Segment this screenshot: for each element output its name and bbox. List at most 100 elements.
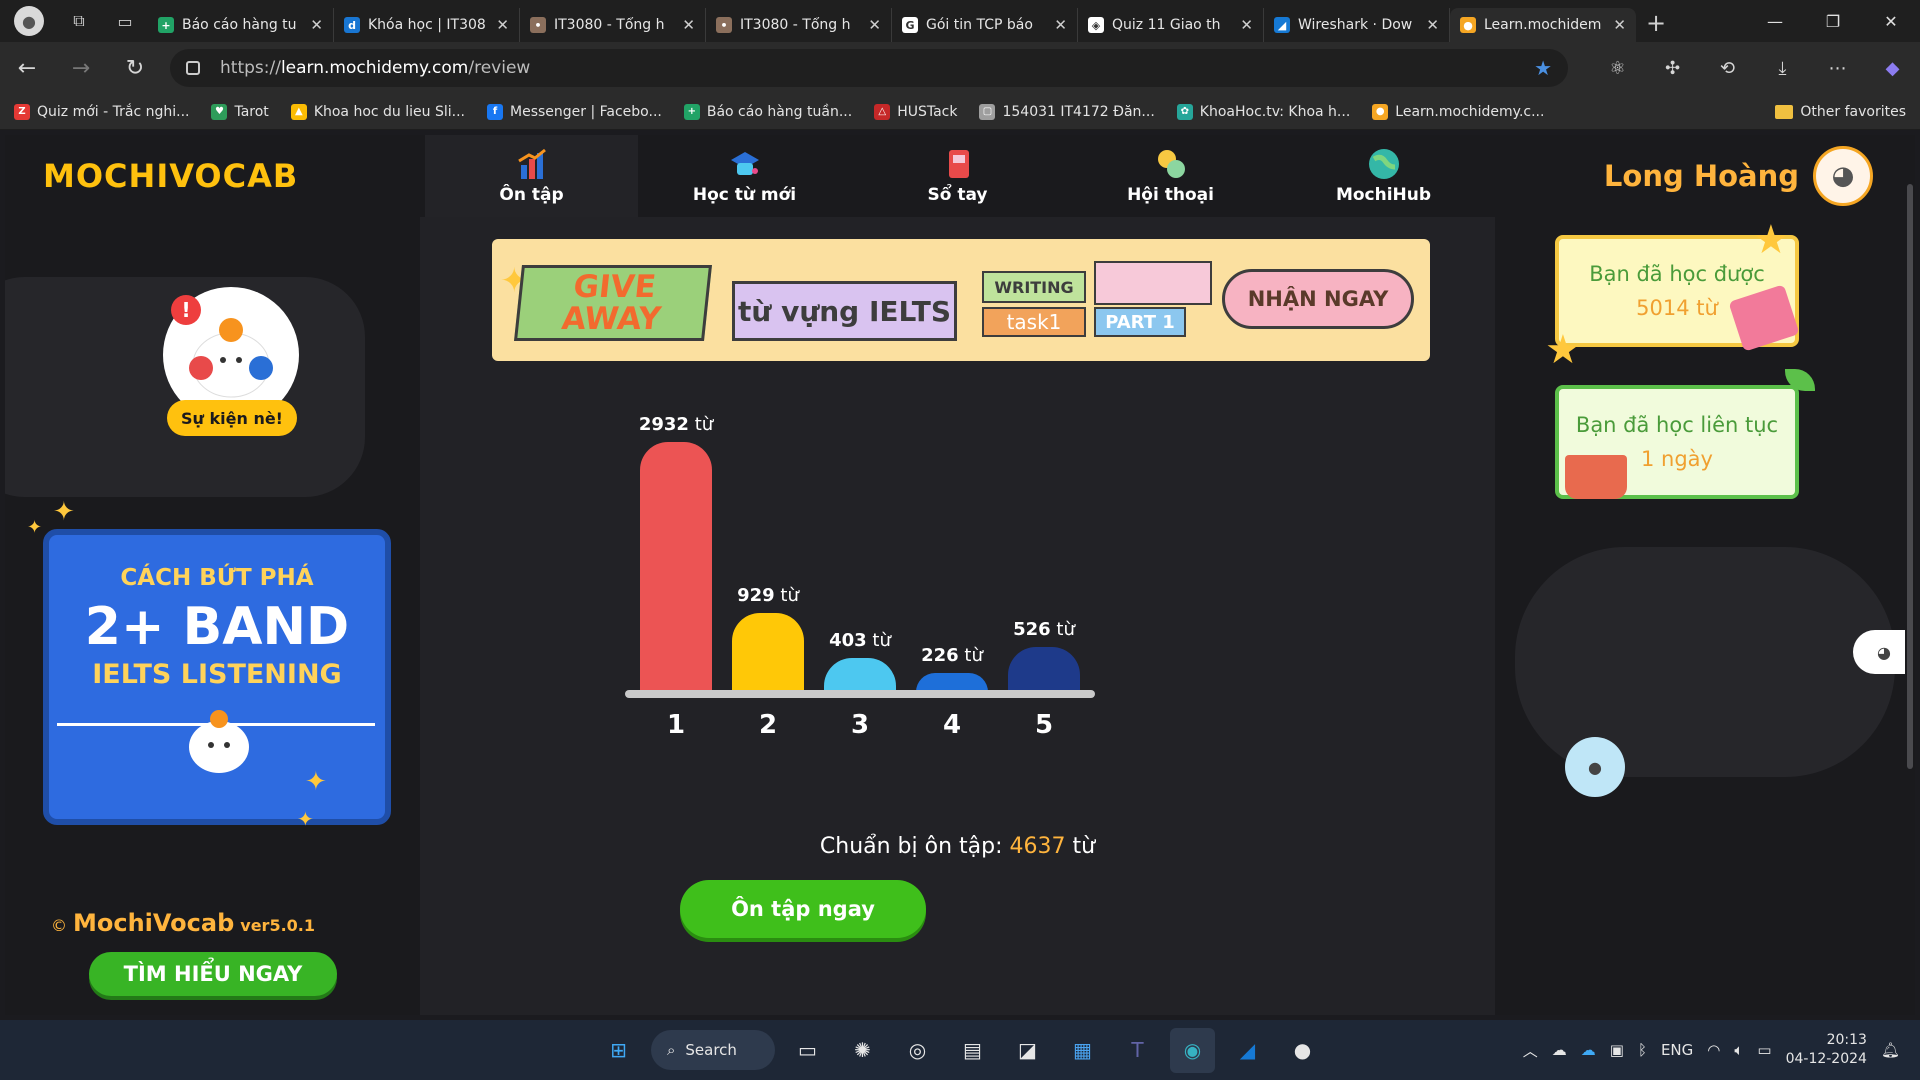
bookmark-item[interactable]: ♥ Tarot	[211, 103, 269, 120]
extensions-icon[interactable]: ✣	[1645, 58, 1700, 79]
giveaway-label: GIVE AWAY	[514, 265, 712, 341]
chart-data-label: 526 từ	[984, 619, 1104, 640]
url-field[interactable]: https://learn.mochidemy.com/review ★	[170, 49, 1568, 87]
user-name[interactable]: Long Hoàng	[1604, 159, 1799, 193]
history-icon[interactable]: ⟲	[1700, 58, 1755, 79]
bookmark-item[interactable]: △ HUSTack	[874, 103, 957, 120]
browser-tab[interactable]: • IT3080 - Tổng h ✕	[706, 8, 892, 42]
conversation-icon	[1157, 150, 1185, 178]
nav-item-conversation[interactable]: Hội thoại	[1064, 135, 1277, 217]
download-icon[interactable]: ⤓	[1755, 58, 1810, 79]
scrollbar-thumb[interactable]	[1907, 184, 1913, 769]
browser-tab[interactable]: d Khóa học | IT308 ✕	[334, 8, 520, 42]
chart-bar-level-1[interactable]	[640, 442, 712, 692]
browser-tab[interactable]: ● Learn.mochidem ✕	[1450, 8, 1636, 42]
minimize-button[interactable]: —	[1746, 12, 1804, 31]
bookmark-item[interactable]: Z Quiz mới - Trắc nghi...	[14, 103, 189, 120]
close-tab-icon[interactable]: ✕	[1426, 16, 1439, 34]
nav-item-globe[interactable]: MochiHub	[1277, 135, 1490, 217]
browser-tab[interactable]: ◢ Wireshark · Dow ✕	[1264, 8, 1450, 42]
battery-icon[interactable]: ▭	[1757, 1041, 1771, 1059]
clock[interactable]: 20:13 04-12-2024	[1786, 1031, 1867, 1069]
give-text: GIVE	[571, 269, 658, 305]
more-menu-icon[interactable]: ⋯	[1810, 58, 1865, 79]
chart-bar-level-5[interactable]	[1008, 647, 1080, 692]
away-text: AWAY	[559, 301, 663, 337]
browser-tab[interactable]: G Gói tin TCP báo ✕	[892, 8, 1078, 42]
avatar[interactable]: ◕	[1813, 146, 1873, 206]
wireshark-icon[interactable]: ◢	[1225, 1028, 1270, 1073]
react-extension-icon[interactable]: ⚛	[1590, 58, 1645, 79]
notification-bell-icon[interactable]: 🔔︎	[1881, 1041, 1900, 1059]
close-tab-icon[interactable]: ✕	[868, 16, 881, 34]
mascot-bubble-icon[interactable]: ●	[1565, 737, 1625, 797]
reload-icon[interactable]: ↻	[108, 56, 162, 81]
chatgpt-icon[interactable]: ✺	[840, 1028, 885, 1073]
bookmark-item[interactable]: ▢ 154031 IT4172 Đăn...	[979, 103, 1155, 120]
favorite-star-icon[interactable]: ★	[1534, 56, 1552, 80]
tray-app-icon[interactable]: ▣	[1610, 1041, 1624, 1059]
claim-now-button[interactable]: NHẬN NGAY	[1222, 269, 1414, 329]
wifi-icon[interactable]: ◠	[1707, 1041, 1720, 1059]
nav-item-notebook[interactable]: Sổ tay	[851, 135, 1064, 217]
copilot-icon[interactable]: ◆	[1865, 58, 1920, 79]
chart-bar-level-2[interactable]	[732, 612, 804, 692]
bookmark-item[interactable]: ● Learn.mochidemy.c...	[1372, 103, 1544, 120]
notepad-icon[interactable]: ▦	[1060, 1028, 1105, 1073]
lock-icon[interactable]	[186, 61, 200, 75]
volume-icon[interactable]: 🔈︎	[1734, 1041, 1743, 1059]
app-icon[interactable]: ●	[1280, 1028, 1325, 1073]
chart-category-label: 4	[942, 710, 962, 740]
tab-favicon-icon: +	[158, 17, 174, 33]
event-button[interactable]: Sự kiện nè!	[167, 400, 297, 436]
prep-review-text: Chuẩn bị ôn tập: 4637 từ	[420, 834, 1495, 859]
bookmark-item[interactable]: ▲ Khoa hoc du lieu Sli...	[290, 103, 465, 120]
onedrive-icon[interactable]: ☁	[1552, 1041, 1567, 1059]
language-indicator[interactable]: ENG	[1661, 1041, 1693, 1059]
bluetooth-icon[interactable]: ᛒ	[1638, 1041, 1647, 1059]
restore-button[interactable]: ❐	[1804, 12, 1862, 31]
page-scrollbar[interactable]	[1905, 182, 1915, 932]
close-tab-icon[interactable]: ✕	[496, 16, 509, 34]
start-icon[interactable]: ⊞	[596, 1028, 641, 1073]
close-tab-icon[interactable]: ✕	[1054, 16, 1067, 34]
edge-icon[interactable]: ◉	[1170, 1027, 1215, 1073]
bookmark-item[interactable]: ✿ KhoaHoc.tv: Khoa h...	[1176, 103, 1350, 120]
bookmark-item[interactable]: + Báo cáo hàng tuần...	[683, 103, 852, 120]
tray-chevron-icon[interactable]: ︿	[1523, 1040, 1538, 1061]
promo-banner[interactable]: CÁCH BỨT PHÁ 2+ BAND IELTS LISTENING	[43, 529, 391, 825]
plant-pot-icon	[1565, 455, 1627, 499]
profile-icon[interactable]: ●	[14, 6, 44, 36]
browser-tab[interactable]: + Báo cáo hàng tu ✕	[148, 8, 334, 42]
user-menu[interactable]: Long Hoàng ◕	[1604, 146, 1873, 206]
close-tab-icon[interactable]: ✕	[310, 16, 323, 34]
close-tab-icon[interactable]: ✕	[1613, 16, 1626, 34]
new-tab-button[interactable]: +	[1636, 9, 1676, 37]
bookmark-item[interactable]: f Messenger | Facebo...	[487, 103, 662, 120]
taskbar-search[interactable]: ⌕ Search	[651, 1030, 775, 1070]
other-favorites[interactable]: Other favorites	[1775, 104, 1906, 120]
nav-item-chart-bars[interactable]: Ôn tập	[425, 135, 638, 217]
browser-tab[interactable]: ◈ Quiz 11 Giao th ✕	[1078, 8, 1264, 42]
tab-actions-icon[interactable]: ▭	[102, 0, 148, 42]
browser-tab[interactable]: • IT3080 - Tổng h ✕	[520, 8, 706, 42]
davinci-icon[interactable]: ◎	[895, 1028, 940, 1073]
terminal-icon[interactable]: ▤	[950, 1028, 995, 1073]
task-view-icon[interactable]: ▭	[785, 1028, 830, 1073]
onedrive-blue-icon[interactable]: ☁	[1581, 1041, 1596, 1059]
giveaway-banner[interactable]: ✦ GIVE AWAY từ vựng IELTS WRITING task1 …	[492, 239, 1430, 361]
forward-icon[interactable]: →	[54, 56, 108, 81]
close-tab-icon[interactable]: ✕	[682, 16, 695, 34]
close-tab-icon[interactable]: ✕	[1240, 16, 1253, 34]
capcut-icon[interactable]: ◪	[1005, 1028, 1050, 1073]
app-logo[interactable]: MOCHIVOCAB	[5, 157, 425, 195]
learn-more-button[interactable]: TÌM HIỂU NGAY	[89, 952, 337, 996]
back-icon[interactable]: ←	[0, 56, 54, 81]
nav-item-graduation-cap[interactable]: Học từ mới	[638, 135, 851, 217]
close-window-button[interactable]: ✕	[1862, 12, 1920, 31]
teams-icon[interactable]: T	[1115, 1028, 1160, 1073]
workspaces-icon[interactable]: ⧉	[56, 0, 102, 42]
promo-line1: CÁCH BỨT PHÁ	[120, 565, 314, 591]
review-now-button[interactable]: Ôn tập ngay	[680, 880, 926, 938]
chart-bar-level-3[interactable]	[824, 657, 896, 692]
